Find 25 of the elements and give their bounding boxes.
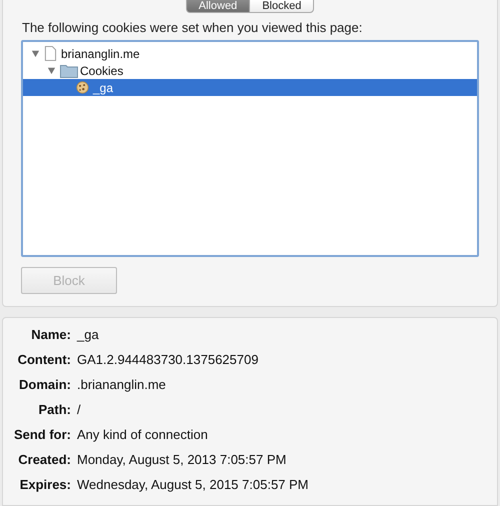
field-label: Expires: [18,477,71,492]
tab[interactable]: Blocked [249,0,314,13]
cookie-icon [76,80,89,95]
heading: The following cookies were set when you viewed this page: [22,20,364,35]
field-label: Content: [16,352,71,367]
tree-label: Cookies [80,64,124,78]
field-label: Created: [17,452,71,467]
field-label: Domain: [18,377,71,392]
field-value: Wednesday, August 5, 2015 7:05:57 PM [77,477,309,492]
field-label: Send for: [12,427,71,442]
field-value: Any kind of connection [77,427,208,442]
tree-label: _ga [93,80,114,94]
tree-row[interactable]: briananglin.me [23,45,477,62]
field-value: GA1.2.944483730.1375625709 [77,352,258,367]
field-label: Path: [38,402,71,417]
field-value: Monday, August 5, 2013 7:05:57 PM [77,452,286,467]
field-value: _ga [77,327,99,342]
field-value: .briananglin.me [77,377,166,392]
tree-row[interactable]: _ga [23,79,477,96]
tree-label: briananglin.me [61,46,140,60]
tree-row[interactable]: Cookies [23,62,477,79]
tab[interactable]: Allowed [186,0,250,13]
field-label: Name: [30,327,71,342]
field-value: / [77,402,81,417]
document-icon [44,46,57,61]
